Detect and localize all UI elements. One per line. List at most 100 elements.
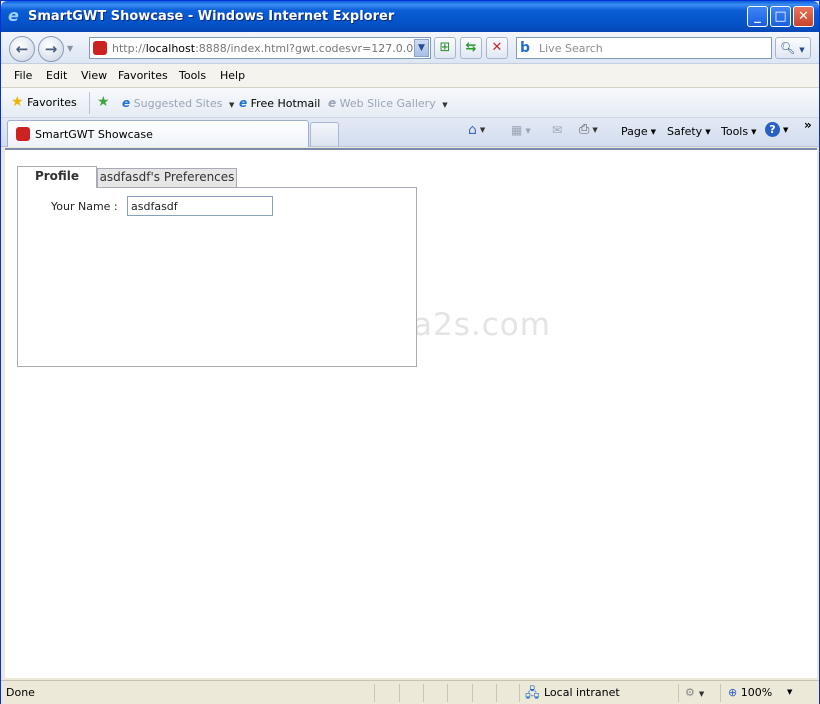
- search-placeholder: Live Search: [539, 42, 603, 55]
- add-to-favorites-bar-button[interactable]: ★: [97, 94, 110, 110]
- tab-row: SmartGWT Showcase ⌂ ▼ ▦ ▼ ✉ ⎙ ▼ Page ▼ Safet…: [1, 118, 819, 147]
- address-field[interactable]: http://localhost:8888/index.html?gwt.cod…: [89, 37, 431, 59]
- tab-preferences[interactable]: asdfasdf's Preferences: [97, 168, 237, 187]
- forward-button[interactable]: →: [38, 36, 64, 62]
- refresh-button[interactable]: ⇆: [460, 37, 482, 59]
- chevron-down-icon: ▼: [228, 101, 235, 109]
- toolbar-overflow-chevron-icon[interactable]: »: [804, 118, 812, 132]
- browser-tab-label: SmartGWT Showcase: [35, 128, 153, 141]
- tab-profile[interactable]: Profile: [17, 166, 97, 188]
- refresh-icon: ⇆: [465, 40, 477, 55]
- page-menu-button[interactable]: Page ▼: [621, 125, 656, 138]
- status-divider: [678, 684, 679, 702]
- printer-icon: ⎙: [579, 122, 590, 137]
- close-button[interactable]: ✕: [793, 6, 814, 27]
- mail-icon: ✉: [552, 123, 563, 137]
- forward-arrow-icon: →: [44, 40, 58, 58]
- menu-help[interactable]: Help: [220, 69, 245, 82]
- chevron-down-icon: ▼: [442, 101, 448, 109]
- magnifier-icon: 🔍︎: [780, 41, 796, 55]
- favorite-label: Web Slice Gallery: [339, 97, 436, 110]
- site-favicon-icon: [16, 127, 30, 141]
- tools-menu-button[interactable]: Tools ▼: [721, 125, 757, 138]
- zoom-level: 100%: [740, 686, 773, 699]
- favorites-star-icon: ★: [11, 94, 24, 110]
- status-divider: [519, 684, 520, 702]
- internet-explorer-icon: e: [8, 6, 19, 25]
- print-button[interactable]: ⎙ ▼: [579, 122, 598, 137]
- favorites-label: Favorites: [27, 96, 77, 109]
- zoom-button[interactable]: ⊕ 100%: [728, 686, 772, 699]
- menu-favorites[interactable]: Favorites: [118, 69, 168, 82]
- favbar-divider: [89, 92, 90, 114]
- chevron-down-icon: ▼: [705, 128, 711, 136]
- favorite-label: Free Hotmail: [250, 97, 321, 110]
- ie-page-icon: e: [328, 96, 337, 110]
- read-mail-button[interactable]: ✉: [552, 123, 562, 137]
- page-menu-label: Page: [621, 125, 648, 138]
- menu-view[interactable]: View: [81, 69, 107, 82]
- recent-pages-dropdown-icon[interactable]: ▼: [67, 44, 73, 53]
- maximize-button[interactable]: □: [770, 6, 791, 27]
- address-url[interactable]: http://localhost:8888/index.html?gwt.cod…: [112, 42, 414, 55]
- favorite-suggested-sites[interactable]: e Suggested Sites ▼: [122, 96, 234, 110]
- add-favorite-icon: ★: [97, 94, 110, 110]
- rss-feed-icon: ▦: [511, 123, 523, 137]
- minimize-button[interactable]: _: [747, 6, 768, 27]
- protected-mode-button[interactable]: ⚙︎ ▼: [685, 686, 704, 699]
- status-text: Done: [6, 686, 35, 699]
- stop-icon: ✕: [491, 40, 503, 55]
- favorite-label: Suggested Sites: [133, 97, 223, 110]
- new-tab-button[interactable]: [310, 122, 339, 146]
- search-input[interactable]: b Live Search: [516, 37, 772, 59]
- your-name-label: Your Name :: [51, 200, 118, 213]
- home-button[interactable]: ⌂ ▼: [468, 122, 485, 138]
- security-zone-label[interactable]: Local intranet: [544, 686, 620, 699]
- menu-tools[interactable]: Tools: [179, 69, 206, 82]
- back-button[interactable]: ←: [9, 36, 35, 62]
- menu-file[interactable]: File: [14, 69, 32, 82]
- search-options-dropdown-icon[interactable]: ▼: [799, 46, 804, 54]
- chevron-down-icon: ▼: [650, 128, 657, 136]
- site-favicon-icon: [93, 41, 107, 55]
- ie-page-icon: e: [239, 96, 248, 110]
- safety-menu-label: Safety: [667, 125, 703, 138]
- help-button[interactable]: ? ▼: [765, 122, 788, 137]
- zoom-dropdown-icon[interactable]: ▼: [787, 688, 792, 696]
- menu-edit[interactable]: Edit: [46, 69, 67, 82]
- zoom-magnifier-icon: ⊕: [728, 686, 738, 699]
- browser-tab-active[interactable]: SmartGWT Showcase: [7, 120, 309, 147]
- favorites-bar: ★ Favorites ★ e Suggested Sites ▼ e Free…: [1, 88, 819, 118]
- favorite-free-hotmail[interactable]: e Free Hotmail: [239, 96, 320, 110]
- tab-pane-profile: Your Name :: [17, 187, 417, 367]
- page-content: www.java2s.com Profile asdfasdf's Prefer…: [5, 148, 817, 678]
- status-divider: [720, 684, 721, 702]
- status-bar: Done 🖧︎ Local intranet ⚙︎ ▼ ⊕ 100% ▼: [1, 680, 819, 704]
- menu-bar: File Edit View Favorites Tools Help: [1, 64, 819, 88]
- status-divider: [496, 684, 497, 702]
- status-divider: [374, 684, 375, 702]
- your-name-input[interactable]: [127, 196, 273, 216]
- intranet-zone-icon: 🖧︎: [525, 686, 540, 701]
- home-icon: ⌂: [468, 122, 477, 138]
- status-divider: [447, 684, 448, 702]
- favorite-web-slice-gallery[interactable]: e Web Slice Gallery ▼: [328, 96, 448, 110]
- ie-page-icon: e: [122, 96, 131, 110]
- stop-button[interactable]: ✕: [486, 37, 508, 59]
- title-bar[interactable]: e SmartGWT Showcase - Windows Internet E…: [1, 1, 819, 32]
- search-button[interactable]: 🔍︎ ▼: [775, 37, 811, 59]
- address-toolbar: ← → ▼ http://localhost:8888/index.html?g…: [1, 32, 819, 64]
- tools-menu-label: Tools: [721, 125, 749, 138]
- address-dropdown-icon[interactable]: ▼: [414, 39, 429, 57]
- compatibility-view-icon: ⊞: [439, 40, 451, 55]
- safety-menu-button[interactable]: Safety ▼: [667, 125, 711, 138]
- chevron-down-icon: ▼: [751, 128, 757, 136]
- feeds-button[interactable]: ▦ ▼: [511, 123, 531, 137]
- browser-window: e SmartGWT Showcase - Windows Internet E…: [0, 0, 820, 704]
- status-divider: [423, 684, 424, 702]
- compatibility-view-button[interactable]: ⊞: [434, 37, 456, 59]
- window-title: SmartGWT Showcase - Windows Internet Exp…: [28, 9, 395, 24]
- status-divider: [472, 684, 473, 702]
- favorites-button[interactable]: ★ Favorites: [11, 94, 77, 110]
- back-arrow-icon: ←: [15, 40, 29, 58]
